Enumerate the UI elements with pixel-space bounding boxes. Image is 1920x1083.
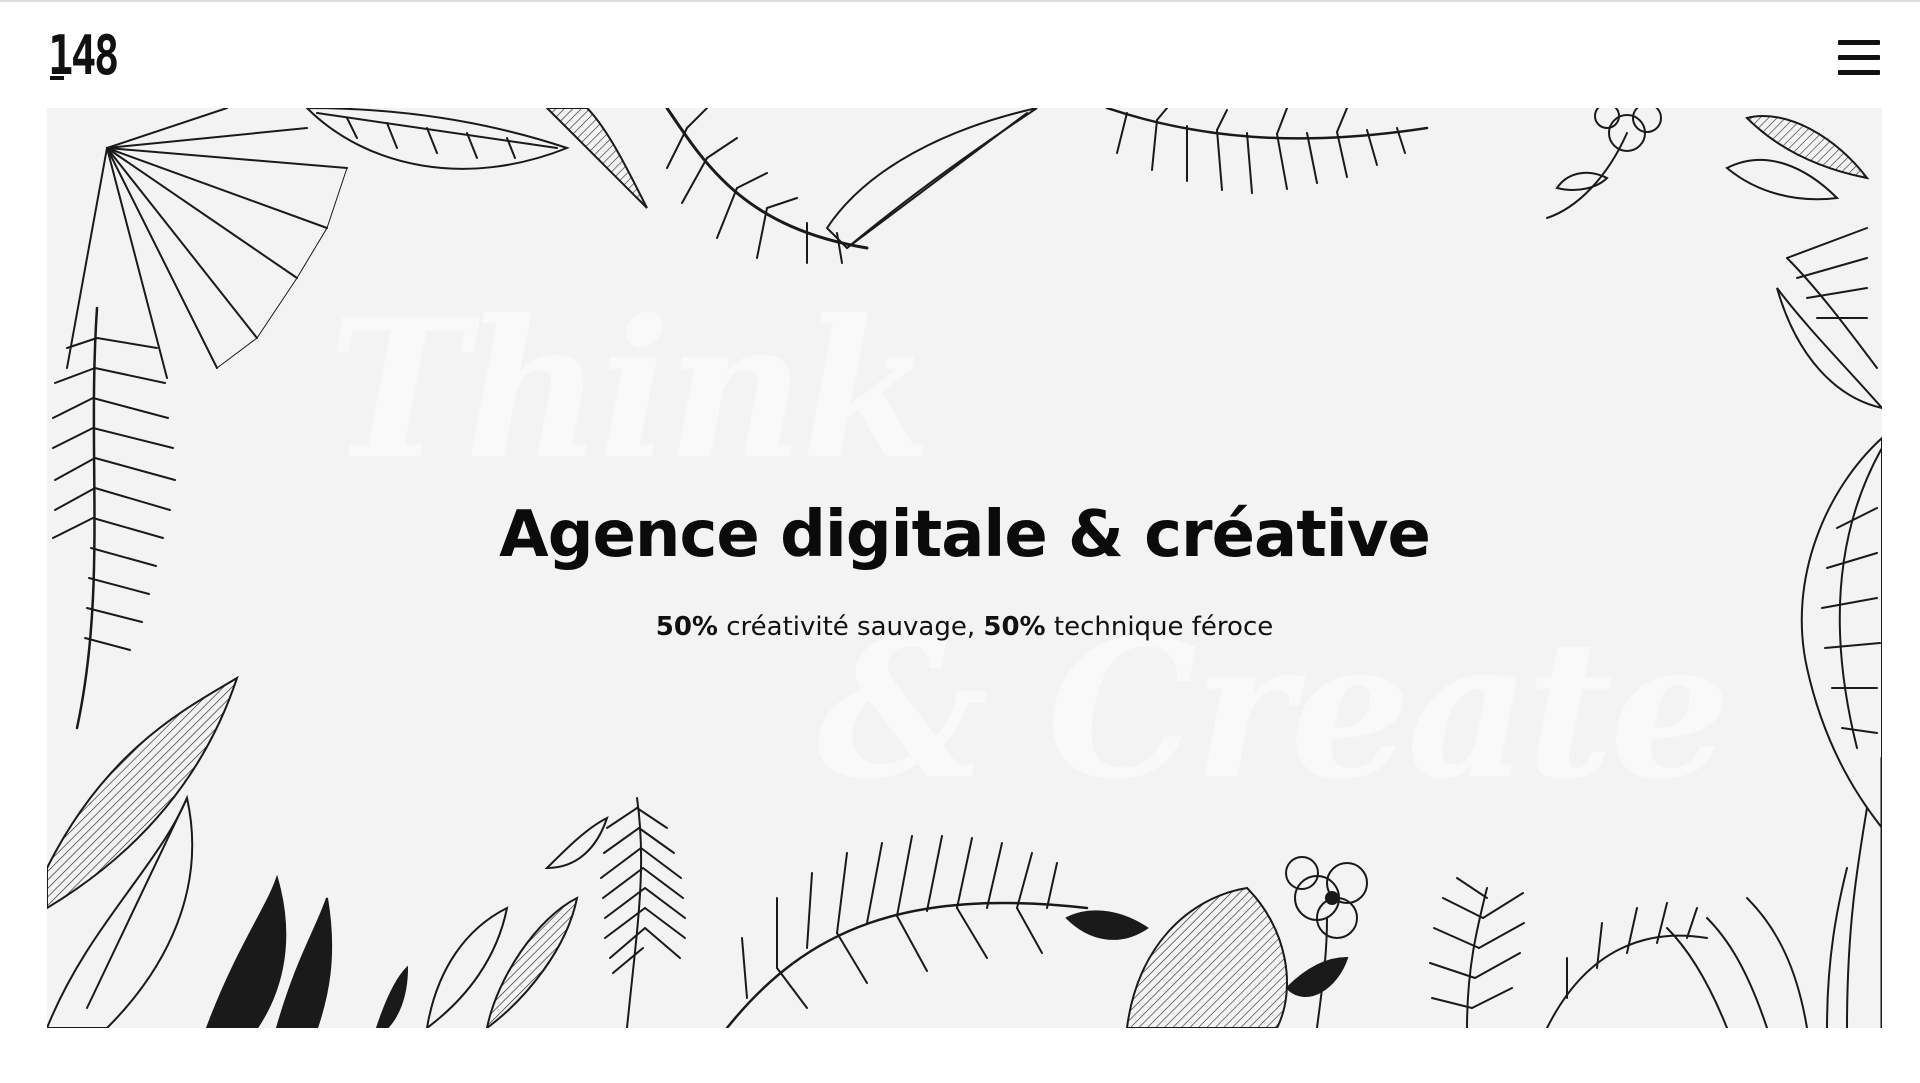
fern-top-center (665, 108, 1038, 264)
tagline-text-2: technique féroce (1045, 612, 1274, 642)
fern-bottom-center-left (600, 797, 686, 1028)
monstera-leaf-bottom (1065, 886, 1349, 1028)
tagline-percent-1: 50% (655, 612, 718, 642)
fern-top-right (1105, 108, 1429, 194)
menu-line (1838, 70, 1880, 75)
logo-underline (50, 76, 64, 80)
palm-leaf-top-left (66, 108, 348, 379)
flower-top-right (1546, 108, 1662, 219)
hero-tagline: 50% créativité sauvage, 50% technique fé… (47, 612, 1882, 642)
background-word-think: Think (327, 278, 932, 501)
leaves-bottom-center-left (375, 816, 609, 1028)
tagline-text-1: créativité sauvage, (717, 612, 984, 642)
leaf-left-lower (47, 675, 333, 1028)
leaf-top-right-corner (1725, 115, 1878, 369)
hamburger-menu-icon[interactable] (1838, 38, 1882, 78)
fern-bottom-right (1429, 877, 1708, 1028)
site-header: 148 (0, 0, 1920, 108)
hero-banner: Think & Create Agence digitale & créativ… (47, 108, 1882, 1028)
leaf-top-center-left (305, 108, 648, 209)
hero-headline: Agence digitale & créative (499, 498, 1431, 572)
menu-line (1838, 55, 1880, 60)
tagline-percent-2: 50% (983, 612, 1046, 642)
fern-bottom-center (725, 835, 1089, 1028)
hibiscus-flower-bottom (1285, 856, 1368, 1028)
menu-line (1838, 40, 1880, 45)
